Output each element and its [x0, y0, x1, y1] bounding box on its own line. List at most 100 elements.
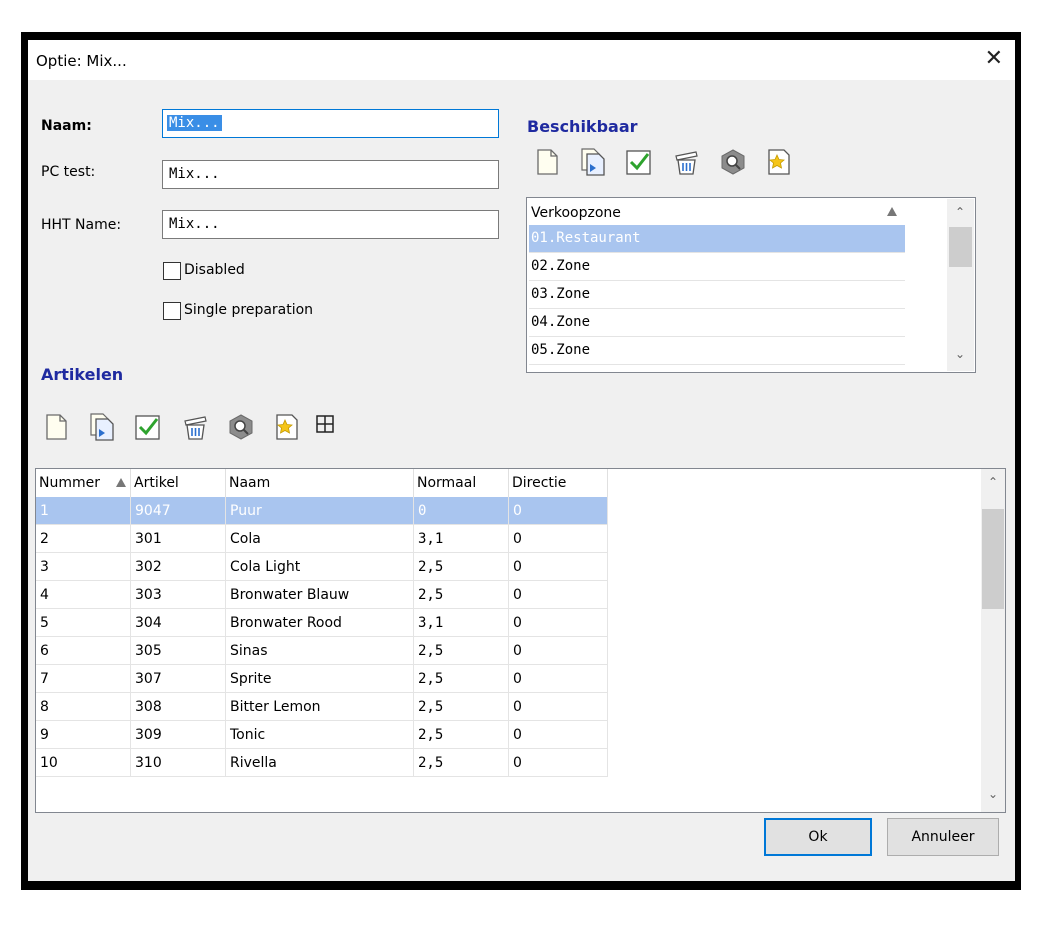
cell-nummer-value: 8 — [40, 699, 49, 715]
cell-artikel: 309 — [131, 721, 226, 749]
column-header-naam[interactable]: Naam — [226, 469, 414, 497]
verkoopzone-item[interactable]: 05.Zone — [529, 337, 905, 365]
table-row[interactable]: 6 305 Sinas 2,5 0 — [36, 637, 608, 665]
table-row[interactable]: 2 301 Cola 3,1 0 — [36, 525, 608, 553]
disabled-checkbox[interactable] — [163, 262, 181, 280]
verkoopzone-item[interactable]: 02.Zone — [529, 253, 905, 281]
single-preparation-checkbox[interactable] — [163, 302, 181, 320]
chevron-down-icon[interactable]: ⌄ — [955, 347, 965, 361]
cell-directie: 0 — [509, 525, 608, 553]
cell-normaal-value: 2,5 — [418, 727, 444, 743]
cell-naam: Sprite — [226, 665, 414, 693]
column-header-directie[interactable]: Directie — [509, 469, 608, 497]
cell-artikel-value: 304 — [135, 615, 162, 631]
sort-ascending-icon — [116, 478, 126, 487]
chevron-up-icon[interactable]: ⌃ — [955, 205, 965, 219]
new-icon[interactable] — [532, 147, 562, 177]
search-icon[interactable] — [718, 147, 748, 177]
cell-naam-value: Rivella — [230, 755, 277, 771]
cell-nummer: 3 — [36, 553, 131, 581]
cell-normaal: 2,5 — [414, 749, 509, 777]
cell-artikel: 9047 — [131, 497, 226, 525]
check-icon[interactable] — [133, 412, 163, 442]
hht-name-input[interactable]: Mix... — [162, 210, 499, 239]
cell-nummer: 2 — [36, 525, 131, 553]
verkoopzone-item[interactable]: 01.Restaurant — [529, 225, 905, 253]
table-row[interactable]: 9 309 Tonic 2,5 0 — [36, 721, 608, 749]
verkoopzone-header[interactable]: Verkoopzone — [529, 200, 905, 226]
cell-naam: Bitter Lemon — [226, 693, 414, 721]
ok-button[interactable]: Ok — [764, 818, 872, 856]
cell-naam-value: Cola Light — [230, 559, 301, 575]
cell-artikel-value: 9047 — [135, 503, 171, 519]
cell-naam-value: Sinas — [230, 643, 268, 659]
star-icon[interactable] — [272, 412, 302, 442]
artikelen-scrollbar[interactable]: ⌃ ⌄ — [981, 469, 1005, 812]
column-header-normaal[interactable]: Normaal — [414, 469, 509, 497]
disabled-label: Disabled — [184, 262, 245, 278]
table-row[interactable]: 4 303 Bronwater Blauw 2,5 0 — [36, 581, 608, 609]
column-header-label: Artikel — [134, 475, 179, 491]
cell-nummer-value: 6 — [40, 643, 49, 659]
cell-naam: Puur — [226, 497, 414, 525]
delete-icon[interactable] — [671, 147, 701, 177]
cell-naam-value: Bronwater Blauw — [230, 587, 350, 603]
cell-directie: 0 — [509, 749, 608, 777]
table-row[interactable]: 7 307 Sprite 2,5 0 — [36, 665, 608, 693]
cell-directie-value: 0 — [513, 615, 522, 631]
column-header-nummer[interactable]: Nummer — [36, 469, 131, 497]
cell-directie-value: 0 — [513, 699, 522, 715]
artikelen-table[interactable]: Nummer Artikel Naam Normaal Directie 1 90… — [35, 468, 1006, 813]
cell-naam-value: Bronwater Rood — [230, 615, 342, 631]
copy-icon[interactable] — [87, 412, 117, 442]
grid-icon[interactable] — [316, 415, 334, 433]
hht-name-label: HHT Name: — [41, 217, 122, 233]
cell-nummer: 10 — [36, 749, 131, 777]
pctest-input[interactable]: Mix... — [162, 160, 499, 189]
cell-normaal-value: 3,1 — [418, 615, 444, 631]
close-button[interactable]: ✕ — [985, 48, 1003, 70]
table-row[interactable]: 8 308 Bitter Lemon 2,5 0 — [36, 693, 608, 721]
table-row[interactable]: 5 304 Bronwater Rood 3,1 0 — [36, 609, 608, 637]
cell-normaal-value: 3,1 — [418, 531, 444, 547]
cell-nummer-value: 4 — [40, 587, 49, 603]
verkoopzone-item[interactable]: 03.Zone — [529, 281, 905, 309]
dialog-frame: Optie: Mix... ✕ Naam: Mix... PC test: Mi… — [21, 32, 1021, 890]
star-icon[interactable] — [764, 147, 794, 177]
delete-icon[interactable] — [180, 412, 210, 442]
naam-input[interactable]: Mix... — [162, 109, 499, 138]
cancel-button[interactable]: Annuleer — [887, 818, 999, 856]
cell-directie: 0 — [509, 497, 608, 525]
search-icon[interactable] — [226, 412, 256, 442]
cell-directie: 0 — [509, 553, 608, 581]
verkoopzone-item-label: 02.Zone — [531, 258, 591, 274]
cell-artikel: 303 — [131, 581, 226, 609]
naam-label: Naam: — [41, 118, 92, 134]
cell-artikel-value: 301 — [135, 531, 162, 547]
cell-nummer: 7 — [36, 665, 131, 693]
cell-normaal: 2,5 — [414, 665, 509, 693]
table-row[interactable]: 10 310 Rivella 2,5 0 — [36, 749, 608, 777]
chevron-up-icon[interactable]: ⌃ — [988, 475, 998, 489]
verkoopzone-item[interactable]: 04.Zone — [529, 309, 905, 337]
table-row[interactable]: 1 9047 Puur 0 0 — [36, 497, 608, 525]
verkoopzone-list[interactable]: Verkoopzone 01.Restaurant 02.Zone 03.Zone 0… — [526, 197, 976, 373]
cell-nummer: 1 — [36, 497, 131, 525]
chevron-down-icon[interactable]: ⌄ — [988, 787, 998, 801]
copy-icon[interactable] — [578, 147, 608, 177]
cell-directie-value: 0 — [513, 671, 522, 687]
table-row[interactable]: 3 302 Cola Light 2,5 0 — [36, 553, 608, 581]
cell-directie-value: 0 — [513, 503, 522, 519]
verkoopzone-scroll-thumb[interactable] — [949, 227, 972, 267]
single-preparation-label: Single preparation — [184, 302, 314, 318]
cell-nummer: 6 — [36, 637, 131, 665]
check-icon[interactable] — [624, 147, 654, 177]
column-header-artikel[interactable]: Artikel — [131, 469, 226, 497]
artikelen-scroll-thumb[interactable] — [982, 509, 1004, 609]
cell-normaal-value: 2,5 — [418, 587, 444, 603]
title-bar[interactable]: Optie: Mix... ✕ — [28, 40, 1015, 80]
cell-naam: Tonic — [226, 721, 414, 749]
verkoopzone-scrollbar[interactable]: ⌃ ⌄ — [947, 199, 974, 371]
new-icon[interactable] — [41, 412, 71, 442]
cell-directie-value: 0 — [513, 587, 522, 603]
